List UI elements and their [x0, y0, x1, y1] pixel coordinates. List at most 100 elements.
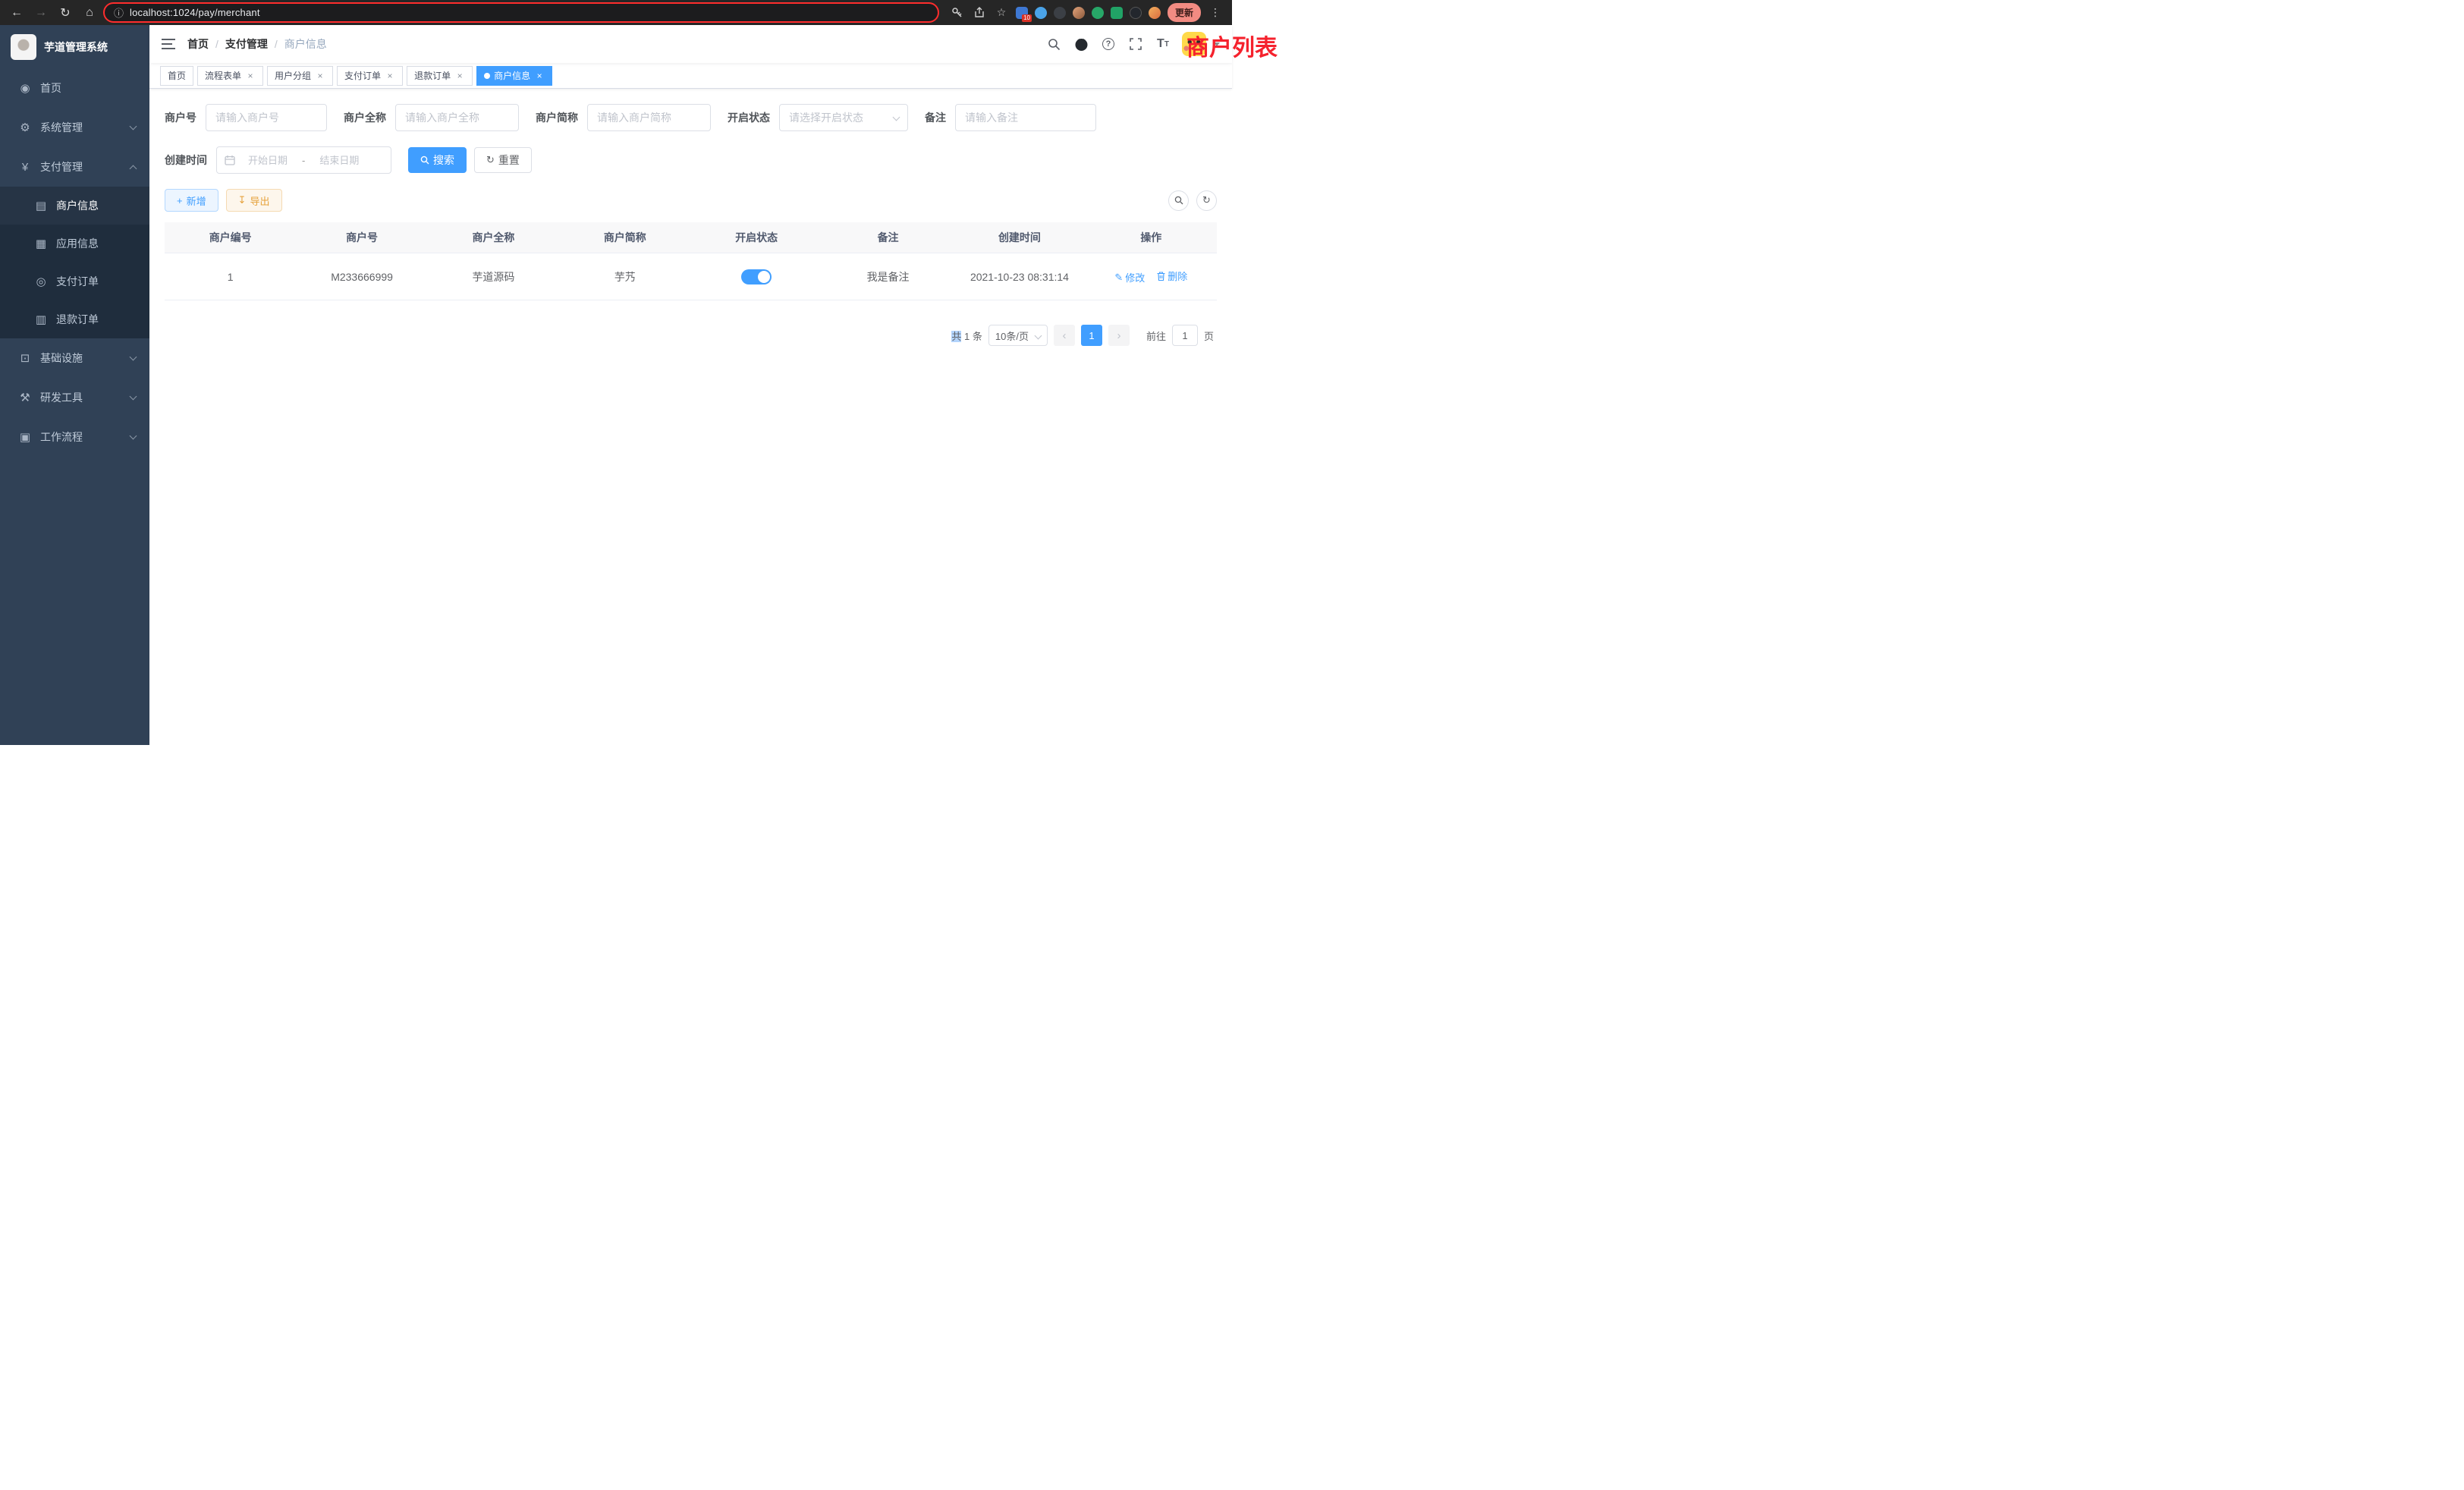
next-page-button[interactable]: ›	[1108, 325, 1130, 346]
delete-button[interactable]: 删除	[1157, 269, 1187, 283]
sidebar-item-app-info[interactable]: ▦ 应用信息	[0, 225, 149, 262]
fullscreen-icon[interactable]	[1127, 36, 1144, 52]
cell-remark: 我是备注	[822, 253, 954, 300]
search-button[interactable]: 搜索	[408, 147, 467, 173]
trash-icon	[1157, 272, 1165, 281]
close-icon[interactable]: ×	[315, 71, 325, 81]
sidebar-item-payment[interactable]: ¥ 支付管理	[0, 147, 149, 187]
back-icon[interactable]: ←	[6, 2, 27, 24]
cell-merchant-id: 1	[165, 253, 296, 300]
extension-icon-8[interactable]	[1149, 7, 1161, 19]
close-icon[interactable]: ×	[534, 71, 545, 81]
breadcrumb-payment[interactable]: 支付管理	[225, 36, 268, 52]
search-button-label: 搜索	[433, 152, 454, 168]
browser-menu-icon[interactable]: ⋮	[1208, 5, 1223, 20]
reload-icon[interactable]: ↻	[55, 2, 76, 24]
extension-icon-3[interactable]	[1054, 7, 1066, 19]
sidebar-item-workflow[interactable]: ▣ 工作流程	[0, 417, 149, 457]
toggle-search-button[interactable]	[1168, 190, 1189, 211]
sidebar-item-label: 首页	[40, 80, 136, 96]
table-toolbar: + 新增 ↧ 导出 ↻	[165, 189, 1217, 212]
font-size-icon[interactable]: TT	[1155, 36, 1171, 52]
tab-refund-order[interactable]: 退款订单 ×	[407, 66, 473, 86]
total-prefix: 共	[951, 331, 961, 342]
hamburger-icon[interactable]	[162, 38, 175, 50]
column-header: 开启状态	[691, 222, 822, 253]
browser-update-button[interactable]: 更新	[1168, 3, 1201, 22]
breadcrumb-separator: /	[215, 38, 218, 50]
refresh-table-button[interactable]: ↻	[1196, 190, 1217, 211]
start-date-input[interactable]	[238, 155, 297, 166]
page-number-button[interactable]: 1	[1081, 325, 1102, 346]
reset-button[interactable]: ↻ 重置	[474, 147, 532, 173]
field-label: 备注	[925, 110, 946, 125]
github-icon[interactable]	[1073, 36, 1089, 52]
page-size-select[interactable]: 10条/页	[988, 325, 1048, 346]
sidebar-item-system[interactable]: ⚙ 系统管理	[0, 108, 149, 147]
avatar-caret-icon[interactable]	[1214, 42, 1220, 46]
home-icon[interactable]: ⌂	[79, 2, 100, 24]
status-select[interactable]: 请选择开启状态	[779, 104, 908, 131]
date-range-picker[interactable]: -	[216, 146, 391, 174]
total-rest: 1 条	[961, 331, 982, 342]
extension-icon-1[interactable]: 10	[1016, 7, 1028, 19]
breadcrumb-separator: /	[275, 38, 278, 50]
tools-icon: ⚒	[16, 391, 34, 404]
tab-user-group[interactable]: 用户分组 ×	[267, 66, 333, 86]
sidebar-item-infrastructure[interactable]: ⊡ 基础设施	[0, 338, 149, 378]
tab-pay-order[interactable]: 支付订单 ×	[337, 66, 403, 86]
tab-process-form[interactable]: 流程表单 ×	[197, 66, 263, 86]
app-logo[interactable]: 芋道管理系统	[0, 25, 149, 68]
user-avatar[interactable]	[1182, 32, 1206, 56]
sidebar-item-merchant-info[interactable]: ▤ 商户信息	[0, 187, 149, 225]
close-icon[interactable]: ×	[454, 71, 465, 81]
sidebar-item-dev-tools[interactable]: ⚒ 研发工具	[0, 378, 149, 417]
extension-icon-5[interactable]	[1092, 7, 1104, 19]
calendar-icon	[225, 155, 235, 165]
merchant-no-input[interactable]	[206, 104, 327, 131]
search-icon[interactable]	[1045, 36, 1062, 52]
page-unit-label: 页	[1204, 328, 1214, 343]
short-name-input[interactable]	[587, 104, 711, 131]
extension-icon-6[interactable]	[1111, 7, 1123, 19]
site-info-icon[interactable]: ⓘ	[114, 5, 124, 20]
tab-merchant-info[interactable]: 商户信息 ×	[476, 66, 552, 86]
sidebar-item-pay-order[interactable]: ◎ 支付订单	[0, 262, 149, 300]
breadcrumb-home[interactable]: 首页	[187, 36, 209, 52]
close-icon[interactable]: ×	[385, 71, 395, 81]
column-header: 商户编号	[165, 222, 296, 253]
edit-button[interactable]: ✎ 修改	[1114, 270, 1145, 284]
sidebar-item-label: 商户信息	[56, 198, 136, 213]
goto-page-input[interactable]	[1172, 325, 1198, 346]
close-icon[interactable]: ×	[245, 71, 256, 81]
bookmark-star-icon[interactable]: ☆	[994, 5, 1009, 20]
key-icon[interactable]	[950, 5, 965, 20]
navbar-actions: ? TT	[1045, 32, 1220, 56]
extension-icon-2[interactable]	[1035, 7, 1047, 19]
chevron-down-icon	[130, 393, 137, 401]
dashboard-icon: ◉	[16, 81, 34, 95]
extension-icon-7[interactable]	[1130, 7, 1142, 19]
prev-page-button[interactable]: ‹	[1054, 325, 1075, 346]
chevron-down-icon	[130, 432, 137, 440]
share-icon[interactable]	[972, 5, 987, 20]
status-toggle[interactable]	[741, 269, 772, 284]
sidebar-item-refund-order[interactable]: ▥ 退款订单	[0, 300, 149, 338]
url-bar[interactable]: ⓘ localhost:1024/pay/merchant	[103, 2, 939, 23]
chevron-down-icon	[130, 123, 137, 130]
full-name-input[interactable]	[395, 104, 519, 131]
end-date-input[interactable]	[310, 155, 369, 166]
tab-label: 流程表单	[205, 69, 241, 82]
column-header: 商户全称	[428, 222, 559, 253]
tab-home[interactable]: 首页	[160, 66, 193, 86]
forward-icon[interactable]: →	[30, 2, 52, 24]
extension-icon-4[interactable]	[1073, 7, 1085, 19]
field-remark: 备注	[925, 104, 1096, 131]
help-icon[interactable]: ?	[1100, 36, 1117, 52]
remark-input[interactable]	[955, 104, 1096, 131]
browser-actions: ☆ 10 更新 ⋮	[947, 3, 1226, 22]
add-button[interactable]: + 新增	[165, 189, 218, 212]
sidebar-item-home[interactable]: ◉ 首页	[0, 68, 149, 108]
export-button[interactable]: ↧ 导出	[226, 189, 282, 212]
field-short-name: 商户简称	[536, 104, 711, 131]
